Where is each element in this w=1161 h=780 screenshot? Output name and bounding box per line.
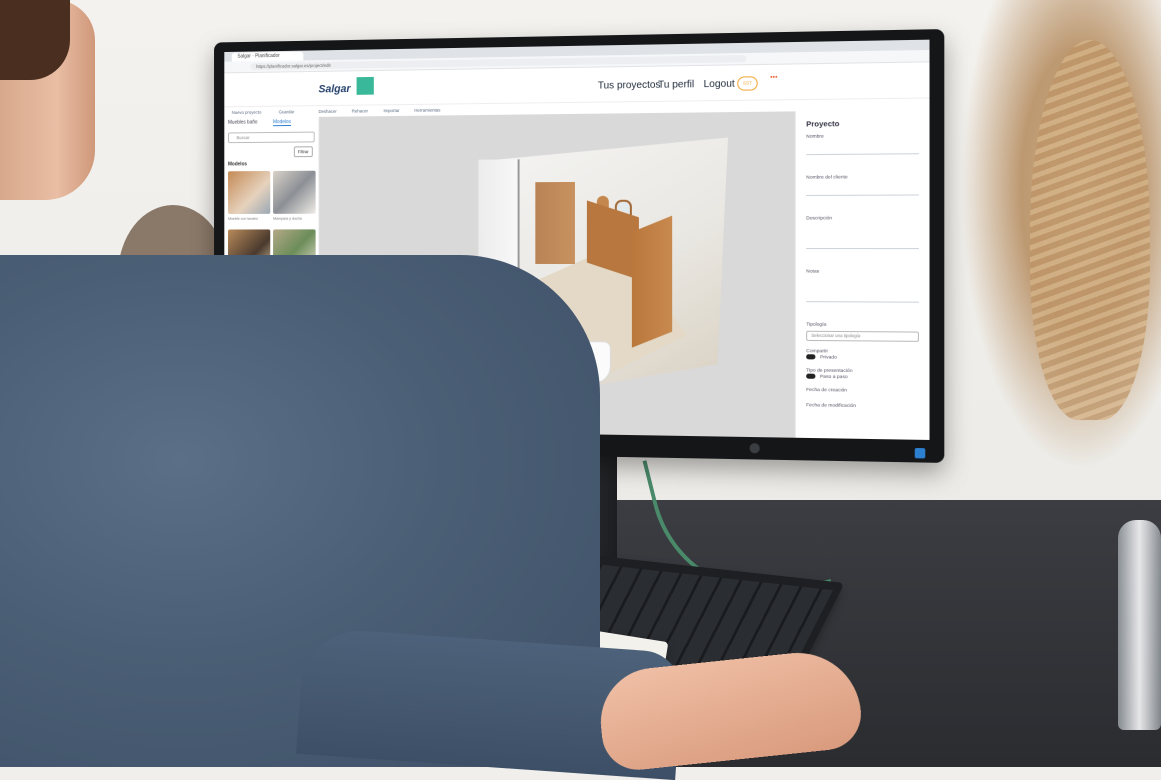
toolbar-import[interactable]: Importar xyxy=(383,108,399,113)
catalog-search-input[interactable]: Buscar xyxy=(228,131,315,144)
user-avatar[interactable]: SST xyxy=(737,76,758,91)
toolbar-redo[interactable]: Rehacer xyxy=(352,108,368,113)
presentacion-toggle[interactable] xyxy=(806,373,816,379)
field-input-line[interactable] xyxy=(806,194,919,196)
filter-button[interactable]: Filtrar xyxy=(293,146,313,158)
power-button-icon xyxy=(749,443,760,454)
toggle-label: Privado xyxy=(819,355,837,361)
field-label: Nombre xyxy=(806,134,824,140)
nav-logout-link[interactable]: Logout xyxy=(704,79,735,91)
wooden-door xyxy=(535,181,575,265)
dried-pampas-plant-detail xyxy=(1030,40,1150,420)
field-fecha-modificacion: Fecha de modificación xyxy=(796,403,930,410)
catalog-tabs: Muebles baño Modelos xyxy=(224,117,318,130)
field-label: Nombre del cliente xyxy=(806,175,848,181)
toolbar-tools[interactable]: Herramientas xyxy=(414,108,440,113)
field-tipologia: Tipología Seleccionar una tipología xyxy=(796,323,930,342)
toolbar-undo[interactable]: Deshacer xyxy=(318,109,336,114)
field-cliente[interactable]: Nombre del cliente xyxy=(796,175,930,196)
field-compartir: Compartir Privado xyxy=(796,349,930,361)
person-head xyxy=(0,0,95,200)
brand-badge-icon: ●●● xyxy=(770,73,778,80)
catalog-section-title: Modelos xyxy=(228,161,248,168)
field-fecha-creacion: Fecha de creación xyxy=(796,387,930,394)
field-label: Descripción xyxy=(806,216,833,222)
field-input-line[interactable] xyxy=(806,153,919,156)
panel-title: Proyecto xyxy=(806,119,840,129)
thumb-lavabo[interactable] xyxy=(228,171,271,214)
tipologia-select[interactable]: Seleccionar una tipología xyxy=(806,330,919,342)
tab-modelos[interactable]: Modelos xyxy=(273,119,291,127)
tall-cabinet xyxy=(631,215,673,348)
catalog-filter-row: Filtrar xyxy=(224,145,318,158)
salgar-logo[interactable]: Salgar xyxy=(318,83,350,95)
field-descripcion[interactable]: Descripción xyxy=(796,216,930,250)
person-hair xyxy=(0,0,70,80)
field-input-line[interactable] xyxy=(806,248,919,250)
field-label: Notas xyxy=(806,269,820,275)
field-label: Tipología xyxy=(806,322,827,328)
field-input-line[interactable] xyxy=(806,301,919,303)
thumb-caption: Mampara y ducha xyxy=(273,216,302,221)
tab-muebles[interactable]: Muebles baño xyxy=(228,120,257,126)
thumb-caption: Mueble con lavabo xyxy=(228,216,258,221)
thumb-mampara[interactable] xyxy=(273,170,316,214)
field-label: Fecha de modificación xyxy=(806,402,857,409)
compartir-toggle[interactable] xyxy=(806,354,816,360)
field-label: Fecha de creación xyxy=(806,387,848,394)
field-presentacion: Tipo de presentación Paso a paso xyxy=(796,368,930,381)
project-properties-panel: Proyecto Nombre Nombre del cliente Descr… xyxy=(794,109,930,440)
logo-square-icon xyxy=(356,76,374,95)
toggle-label: Paso a paso xyxy=(819,374,848,380)
nav-profile-link[interactable]: Tu perfil xyxy=(658,79,694,91)
toolbar-save[interactable]: Guardar xyxy=(279,109,295,114)
glass-vase xyxy=(1118,520,1161,730)
field-nombre[interactable]: Nombre xyxy=(796,134,930,156)
nav-projects-link[interactable]: Tus proyectos xyxy=(598,80,661,92)
field-notas[interactable]: Notas xyxy=(796,269,930,303)
windows-start-icon xyxy=(914,447,926,459)
toolbar-new-project[interactable]: Nuevo proyecto xyxy=(232,110,262,115)
